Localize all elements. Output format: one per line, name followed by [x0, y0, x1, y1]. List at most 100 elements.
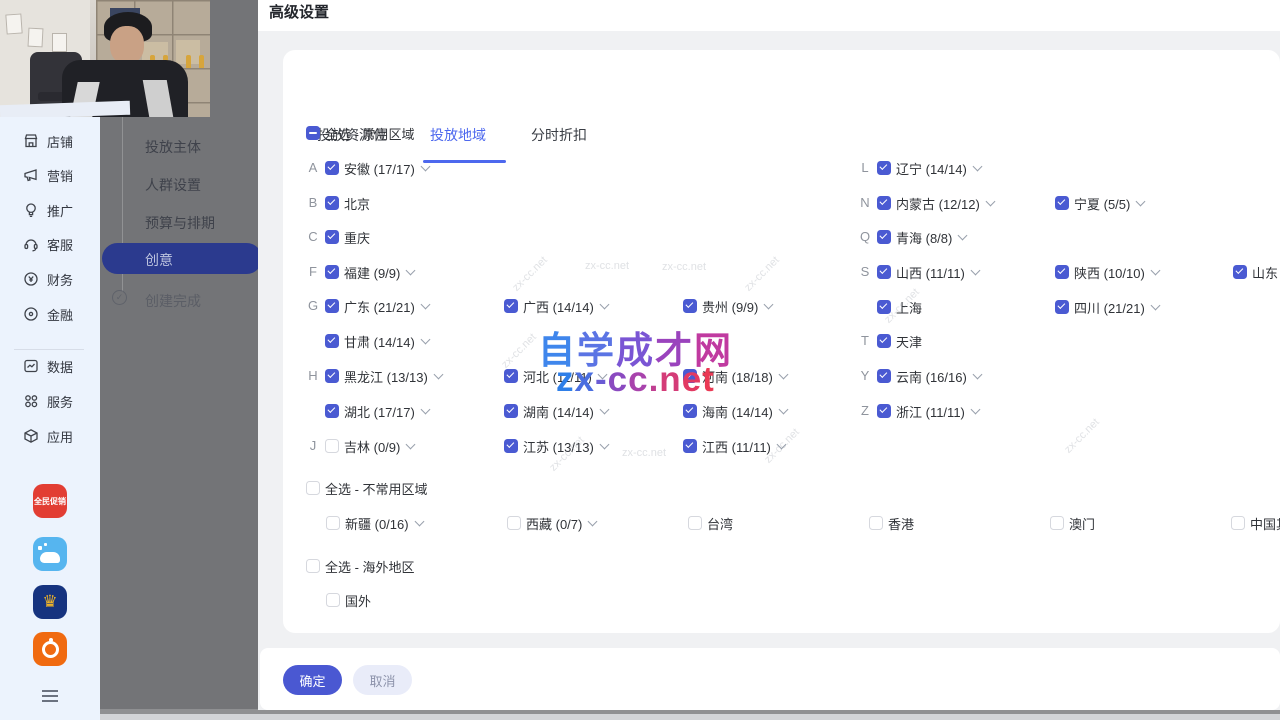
region-checkbox[interactable]: [877, 161, 891, 175]
region-item[interactable]: 香港: [869, 513, 914, 533]
region-item[interactable]: 青海 (8/8): [877, 227, 966, 247]
chevron-down-icon[interactable]: [420, 405, 430, 415]
chevron-down-icon[interactable]: [420, 335, 430, 345]
region-checkbox[interactable]: [683, 299, 697, 313]
chevron-down-icon[interactable]: [958, 231, 968, 241]
region-item[interactable]: 湖南 (14/14): [504, 401, 608, 421]
chevron-down-icon[interactable]: [778, 370, 788, 380]
chevron-down-icon[interactable]: [972, 370, 982, 380]
region-checkbox[interactable]: [504, 439, 518, 453]
select-all-checkbox[interactable]: [306, 559, 320, 573]
chevron-down-icon[interactable]: [1150, 301, 1160, 311]
region-item[interactable]: 江西 (11/11): [683, 436, 785, 456]
region-item[interactable]: 重庆: [325, 227, 370, 247]
region-item[interactable]: 台湾: [688, 513, 733, 533]
region-checkbox[interactable]: [325, 196, 339, 210]
region-checkbox[interactable]: [877, 196, 891, 210]
region-item[interactable]: 云南 (16/16): [877, 366, 981, 386]
chevron-down-icon[interactable]: [985, 197, 995, 207]
region-checkbox[interactable]: [325, 334, 339, 348]
region-checkbox[interactable]: [683, 404, 697, 418]
region-checkbox[interactable]: [326, 516, 340, 530]
chevron-down-icon[interactable]: [420, 162, 430, 172]
region-checkbox[interactable]: [877, 334, 891, 348]
chevron-down-icon[interactable]: [764, 300, 774, 310]
region-checkbox[interactable]: [504, 369, 518, 383]
select-all-row[interactable]: 全选 - 常用区域: [306, 123, 415, 143]
region-checkbox[interactable]: [325, 161, 339, 175]
region-item[interactable]: 澳门: [1050, 513, 1095, 533]
region-checkbox[interactable]: [325, 439, 339, 453]
region-item[interactable]: 西藏 (0/7): [507, 513, 596, 533]
select-all-checkbox[interactable]: [306, 481, 320, 495]
region-checkbox[interactable]: [326, 593, 340, 607]
chevron-down-icon[interactable]: [1136, 197, 1146, 207]
chevron-down-icon[interactable]: [970, 405, 980, 415]
region-item[interactable]: 四川 (21/21): [1055, 297, 1159, 317]
region-checkbox[interactable]: [504, 404, 518, 418]
region-checkbox[interactable]: [683, 369, 697, 383]
region-checkbox[interactable]: [507, 516, 521, 530]
region-item[interactable]: 海南 (14/14): [683, 401, 787, 421]
region-checkbox[interactable]: [325, 265, 339, 279]
select-all-row[interactable]: 全选 - 不常用区域: [306, 478, 428, 498]
region-checkbox[interactable]: [683, 439, 697, 453]
select-all-row[interactable]: 全选 - 海外地区: [306, 556, 415, 576]
region-checkbox[interactable]: [869, 516, 883, 530]
region-item[interactable]: 内蒙古 (12/12): [877, 193, 994, 213]
chevron-down-icon[interactable]: [599, 300, 609, 310]
region-checkbox[interactable]: [1233, 265, 1247, 279]
chevron-down-icon[interactable]: [972, 162, 982, 172]
cancel-button[interactable]: 取消: [353, 665, 412, 695]
region-item[interactable]: 中国其: [1231, 513, 1280, 533]
region-item[interactable]: 河南 (18/18): [683, 366, 787, 386]
region-checkbox[interactable]: [1231, 516, 1245, 530]
region-checkbox[interactable]: [1050, 516, 1064, 530]
region-item[interactable]: 贵州 (9/9): [683, 296, 772, 316]
select-all-checkbox[interactable]: [306, 126, 320, 140]
region-item[interactable]: 福建 (9/9): [325, 262, 414, 282]
region-checkbox[interactable]: [325, 230, 339, 244]
chevron-down-icon[interactable]: [1150, 266, 1160, 276]
region-checkbox[interactable]: [325, 369, 339, 383]
region-item[interactable]: 上海: [877, 297, 922, 317]
region-item[interactable]: 安徽 (17/17): [325, 158, 429, 178]
region-item[interactable]: 吉林 (0/9): [325, 436, 414, 456]
chevron-down-icon[interactable]: [599, 440, 609, 450]
region-checkbox[interactable]: [688, 516, 702, 530]
region-item[interactable]: 广东 (21/21): [325, 296, 429, 316]
chevron-down-icon[interactable]: [420, 300, 430, 310]
region-item[interactable]: 山西 (11/11): [877, 262, 979, 282]
region-item[interactable]: 陕西 (10/10): [1055, 262, 1159, 282]
region-item[interactable]: 湖北 (17/17): [325, 401, 429, 421]
confirm-button[interactable]: 确定: [283, 665, 342, 695]
region-item[interactable]: 广西 (14/14): [504, 296, 608, 316]
region-checkbox[interactable]: [1055, 265, 1069, 279]
region-checkbox[interactable]: [877, 300, 891, 314]
region-checkbox[interactable]: [877, 230, 891, 244]
chevron-down-icon[interactable]: [588, 517, 598, 527]
region-item[interactable]: 新疆 (0/16): [326, 513, 423, 533]
region-item[interactable]: 国外: [326, 590, 371, 610]
region-checkbox[interactable]: [1055, 300, 1069, 314]
region-item[interactable]: 河北 (11/11): [504, 366, 606, 386]
chevron-down-icon[interactable]: [776, 440, 786, 450]
region-checkbox[interactable]: [1055, 196, 1069, 210]
region-checkbox[interactable]: [877, 404, 891, 418]
chevron-down-icon[interactable]: [433, 370, 443, 380]
chevron-down-icon[interactable]: [414, 517, 424, 527]
region-item[interactable]: 江苏 (13/13): [504, 436, 608, 456]
chevron-down-icon[interactable]: [406, 440, 416, 450]
region-item[interactable]: 甘肃 (14/14): [325, 331, 429, 351]
chevron-down-icon[interactable]: [778, 405, 788, 415]
chevron-down-icon[interactable]: [970, 266, 980, 276]
region-checkbox[interactable]: [325, 404, 339, 418]
region-item[interactable]: 宁夏 (5/5): [1055, 193, 1144, 213]
chevron-down-icon[interactable]: [597, 370, 607, 380]
region-checkbox[interactable]: [877, 369, 891, 383]
region-checkbox[interactable]: [504, 299, 518, 313]
region-item[interactable]: 天津: [877, 331, 922, 351]
chevron-down-icon[interactable]: [406, 266, 416, 276]
region-checkbox[interactable]: [877, 265, 891, 279]
chevron-down-icon[interactable]: [599, 405, 609, 415]
